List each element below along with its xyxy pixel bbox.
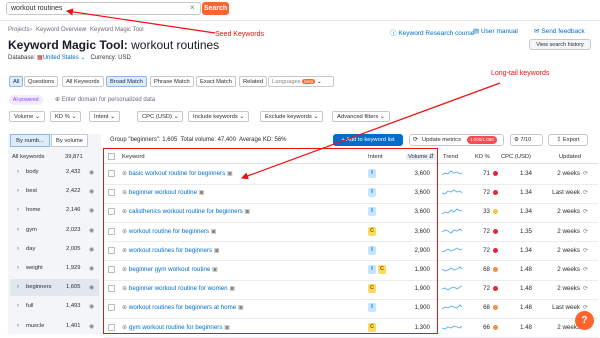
seed-keywords-annotation: Seed Keywords [215,31,265,38]
help-button[interactable]: ? [575,311,594,330]
seed-arrow [65,8,216,34]
longtail-arrow [240,82,501,180]
annotation-arrows [65,8,501,180]
long-tail-annotation: Long-tail keywords [491,70,550,77]
